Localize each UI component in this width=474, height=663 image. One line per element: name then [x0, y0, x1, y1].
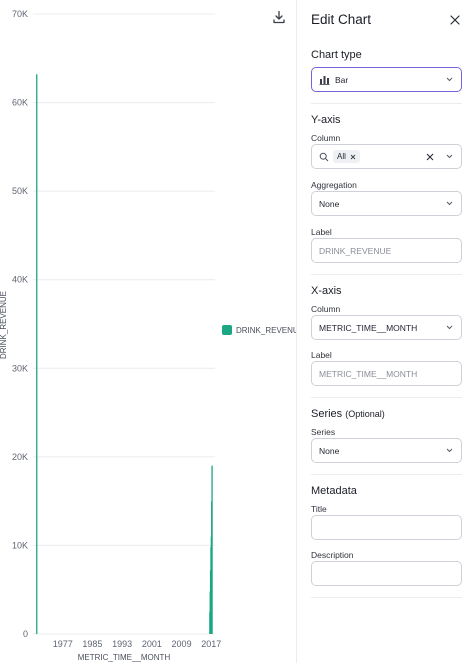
chart-type-select[interactable]: Bar: [311, 67, 462, 92]
series-heading-text: Series: [311, 408, 343, 420]
y-label-input[interactable]: DRINK_REVENUE: [311, 238, 462, 263]
legend-swatch: [222, 325, 232, 335]
y-tick-label: 0: [23, 629, 28, 639]
title-label: Title: [311, 504, 327, 514]
y-column-select[interactable]: All: [311, 144, 462, 169]
close-icon: [450, 15, 460, 25]
panel-title: Edit Chart: [311, 12, 372, 27]
y-tick-label: 50K: [12, 186, 28, 196]
download-icon: [273, 10, 285, 24]
series-select[interactable]: None: [311, 438, 462, 463]
chart-type-heading: Chart type: [311, 49, 362, 61]
y-tick-label: 30K: [12, 363, 28, 373]
x-column-value: METRIC_TIME__MONTH: [319, 322, 418, 333]
chart-type-value: Bar: [335, 74, 349, 85]
y-tick-label: 70K: [12, 9, 28, 19]
chip-label: All: [337, 152, 346, 161]
divider: [311, 274, 462, 275]
y-axis-heading: Y-axis: [311, 114, 341, 126]
y-tick-label: 10K: [12, 540, 28, 550]
x-column-select[interactable]: METRIC_TIME__MONTH: [311, 315, 462, 340]
description-input[interactable]: [311, 561, 462, 586]
chart-pane: 0 10K 20K 30K 40K 50K 60K 70K 1977 1985 1993 2001 20…: [0, 0, 296, 663]
optional-tag: (Optional): [345, 409, 385, 419]
x-label-input[interactable]: METRIC_TIME__MONTH: [311, 361, 462, 386]
y-tick-label: 60K: [12, 98, 28, 108]
y-axis-title: DRINK_REVENUE: [0, 291, 8, 359]
chevron-down-icon: [444, 75, 454, 85]
clear-icon[interactable]: [426, 153, 434, 161]
close-button[interactable]: [447, 12, 463, 28]
description-label: Description: [311, 550, 354, 560]
x-tick-label: 2017: [201, 639, 221, 649]
column-chip: All: [333, 150, 360, 163]
aggregation-label: Aggregation: [311, 180, 357, 190]
x-tick-label: 1985: [82, 639, 102, 649]
divider: [311, 597, 462, 598]
x-tick-label: 2001: [142, 639, 162, 649]
x-tick-label: 1993: [112, 639, 132, 649]
metadata-heading: Metadata: [311, 485, 357, 497]
x-tick-label: 1977: [53, 639, 73, 649]
aggregation-select[interactable]: None: [311, 191, 462, 216]
legend-label: DRINK_REVENUE: [236, 326, 296, 335]
y-column-label: Column: [311, 133, 341, 143]
y-label-placeholder: DRINK_REVENUE: [319, 245, 392, 256]
bar: [36, 74, 38, 634]
title-input[interactable]: [311, 515, 462, 540]
y-label-label: Label: [311, 227, 332, 237]
bar-chart: 0 10K 20K 30K 40K 50K 60K 70K 1977 1985 1993 2001 20…: [0, 9, 296, 662]
x-tick-label: 2009: [172, 639, 192, 649]
chip-remove-icon[interactable]: [350, 154, 356, 160]
divider: [311, 397, 462, 398]
x-axis-heading: X-axis: [311, 285, 342, 297]
y-tick-label: 20K: [12, 452, 28, 462]
chevron-down-icon: [444, 446, 454, 456]
y-tick-label: 40K: [12, 275, 28, 285]
x-label-placeholder: METRIC_TIME__MONTH: [319, 368, 418, 379]
download-button[interactable]: [268, 6, 290, 28]
search-icon: [319, 152, 329, 161]
divider: [311, 103, 462, 104]
aggregation-value: None: [319, 198, 340, 209]
chevron-down-icon: [444, 152, 454, 162]
x-axis-title: METRIC_TIME__MONTH: [78, 653, 171, 662]
series-value: None: [319, 445, 340, 456]
bar-chart-icon: [319, 76, 330, 85]
x-label-label: Label: [311, 350, 332, 360]
x-column-label: Column: [311, 304, 341, 314]
divider: [311, 474, 462, 475]
series-heading: Series (Optional): [311, 408, 385, 420]
bar: [211, 465, 213, 634]
series-label: Series: [311, 427, 336, 437]
chevron-down-icon: [444, 323, 454, 333]
edit-chart-panel: Edit Chart Chart type Bar Y-axis Column …: [297, 0, 474, 663]
chevron-down-icon: [444, 199, 454, 209]
